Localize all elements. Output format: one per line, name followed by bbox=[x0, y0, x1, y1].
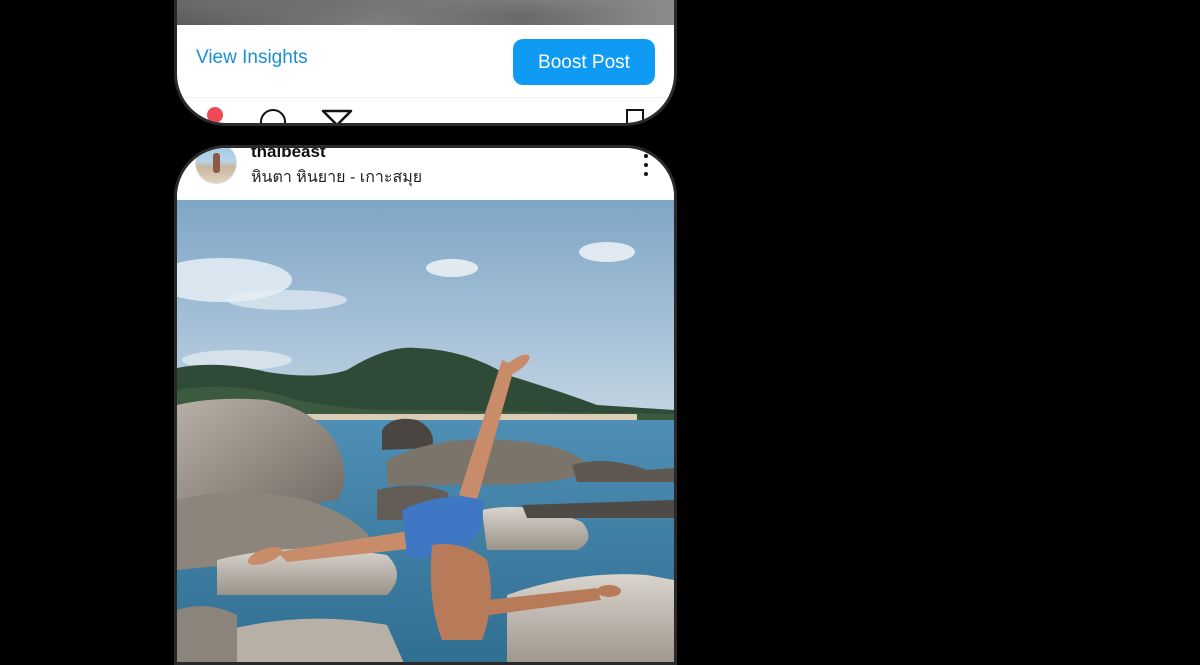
view-insights-link[interactable]: View Insights bbox=[196, 47, 308, 69]
cloud bbox=[426, 259, 478, 277]
beach-photo bbox=[177, 200, 674, 662]
avatar[interactable] bbox=[195, 148, 237, 184]
rock bbox=[507, 574, 674, 662]
comment-icon[interactable] bbox=[260, 109, 286, 123]
cloud bbox=[579, 242, 635, 262]
cloud bbox=[227, 290, 347, 310]
post-actions-row bbox=[177, 97, 674, 126]
post-card: thaibeast หินตา หินยาย - เกาะสมุย bbox=[174, 145, 677, 665]
post-location[interactable]: หินตา หินยาย - เกาะสมุย bbox=[251, 165, 422, 190]
share-icon[interactable] bbox=[320, 107, 354, 126]
post-username[interactable]: thaibeast bbox=[251, 148, 326, 162]
rock bbox=[177, 606, 237, 662]
avatar-figure bbox=[213, 153, 220, 173]
boost-post-button[interactable]: Boost Post bbox=[513, 39, 655, 85]
post-image[interactable] bbox=[177, 200, 674, 662]
previous-post-card: View Insights Boost Post bbox=[174, 0, 677, 126]
post-header: thaibeast หินตา หินยาย - เกาะสมุย bbox=[177, 148, 674, 200]
previous-post-image[interactable] bbox=[177, 0, 674, 25]
rock bbox=[227, 618, 404, 662]
insights-row: View Insights Boost Post bbox=[177, 25, 674, 98]
more-options-icon[interactable] bbox=[644, 154, 648, 182]
save-icon[interactable] bbox=[626, 109, 644, 123]
heart-icon[interactable] bbox=[207, 107, 223, 123]
